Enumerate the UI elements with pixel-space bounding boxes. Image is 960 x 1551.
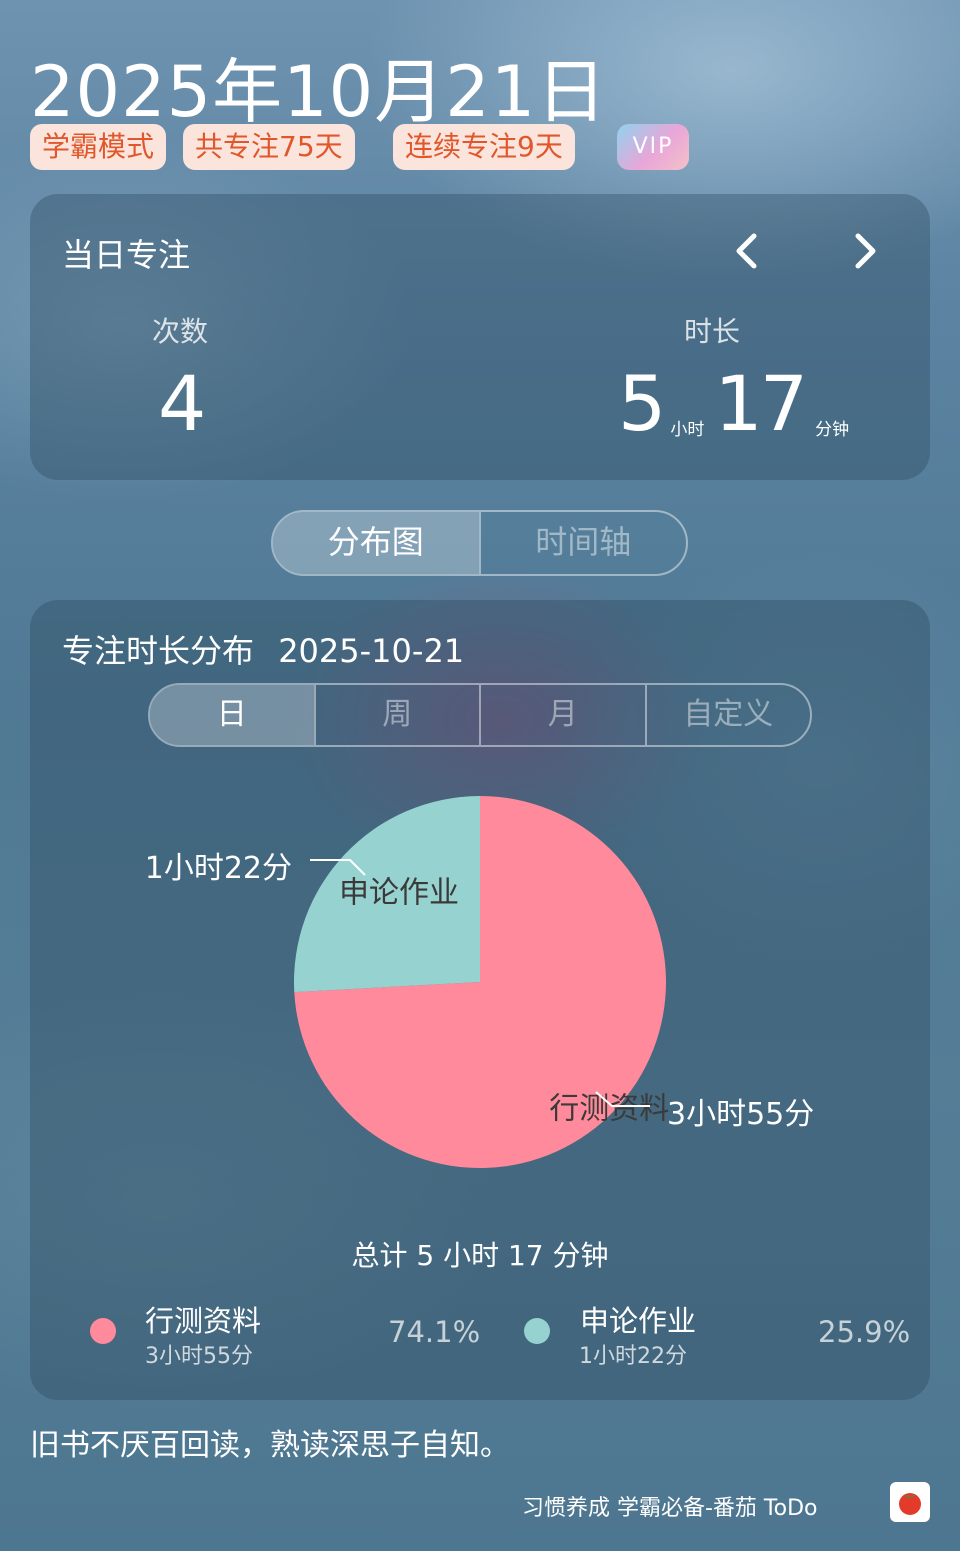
tab-distribution[interactable]: 分布图 [273,512,479,574]
tab-timeline[interactable]: 时间轴 [478,512,687,574]
distribution-title-text: 专注时长分布 [62,632,255,670]
view-toggle: 分布图 时间轴 [271,510,688,576]
duration-hours: 5 [618,359,667,448]
daily-focus-title: 当日专注 [62,236,191,274]
pie-label-xingce: 行测资料 [549,1091,669,1126]
duration-hours-unit: 小时 [670,420,705,440]
tab-month[interactable]: 月 [479,685,645,745]
pie-label-shenlun: 申论作业 [339,875,459,910]
distribution-title: 专注时长分布 2025-10-21 [62,626,464,672]
tab-custom[interactable]: 自定义 [644,685,811,745]
duration-value: 5 小时 17 分钟 [618,366,849,442]
total-duration: 总计 5 小时 17 分钟 [351,1239,609,1272]
page-date-title: 2025年10月21日 [30,51,608,133]
streak-badge: 连续专注9天 [393,124,575,170]
duration-label: 时长 [684,315,741,348]
range-toggle: 日 周 月 自定义 [148,683,812,747]
legend-name-xingce: 行测资料 [145,1304,262,1338]
tomato-icon-graphic [899,1493,921,1515]
legend-duration-xingce: 3小时55分 [145,1344,253,1369]
tomato-icon [890,1482,930,1522]
legend-percent-shenlun: 25.9% [818,1315,911,1349]
pie-value-xingce: 3小时55分 [667,1097,814,1132]
legend-duration-shenlun: 1小时22分 [579,1344,687,1369]
legend-percent-xingce: 74.1% [388,1315,481,1349]
tab-day[interactable]: 日 [150,685,314,745]
legend-name-shenlun: 申论作业 [580,1304,697,1338]
focus-pie-chart: 行测资料 申论作业 3小时55分 1小时22分 [145,796,814,1168]
distribution-date: 2025-10-21 [278,632,465,670]
quote-text: 旧书不厌百回读，熟读深思子自知。 [30,1428,510,1463]
total-days-badge: 共专注75天 [183,124,355,170]
app-footer-text: 习惯养成 学霸必备-番茄 ToDo [522,1496,818,1521]
mode-badge: 学霸模式 [30,124,167,170]
chevron-right-icon[interactable] [844,231,884,271]
duration-minutes-unit: 分钟 [815,420,850,440]
count-value: 4 [158,359,207,448]
vip-badge[interactable]: VIP [617,124,689,170]
legend-dot-shenlun [524,1318,550,1344]
tab-week[interactable]: 周 [313,685,480,745]
chevron-left-icon[interactable] [728,231,768,271]
pie-value-shenlun: 1小时22分 [145,851,292,886]
count-label: 次数 [152,315,209,348]
legend-dot-xingce [90,1318,116,1344]
duration-minutes: 17 [714,359,808,448]
